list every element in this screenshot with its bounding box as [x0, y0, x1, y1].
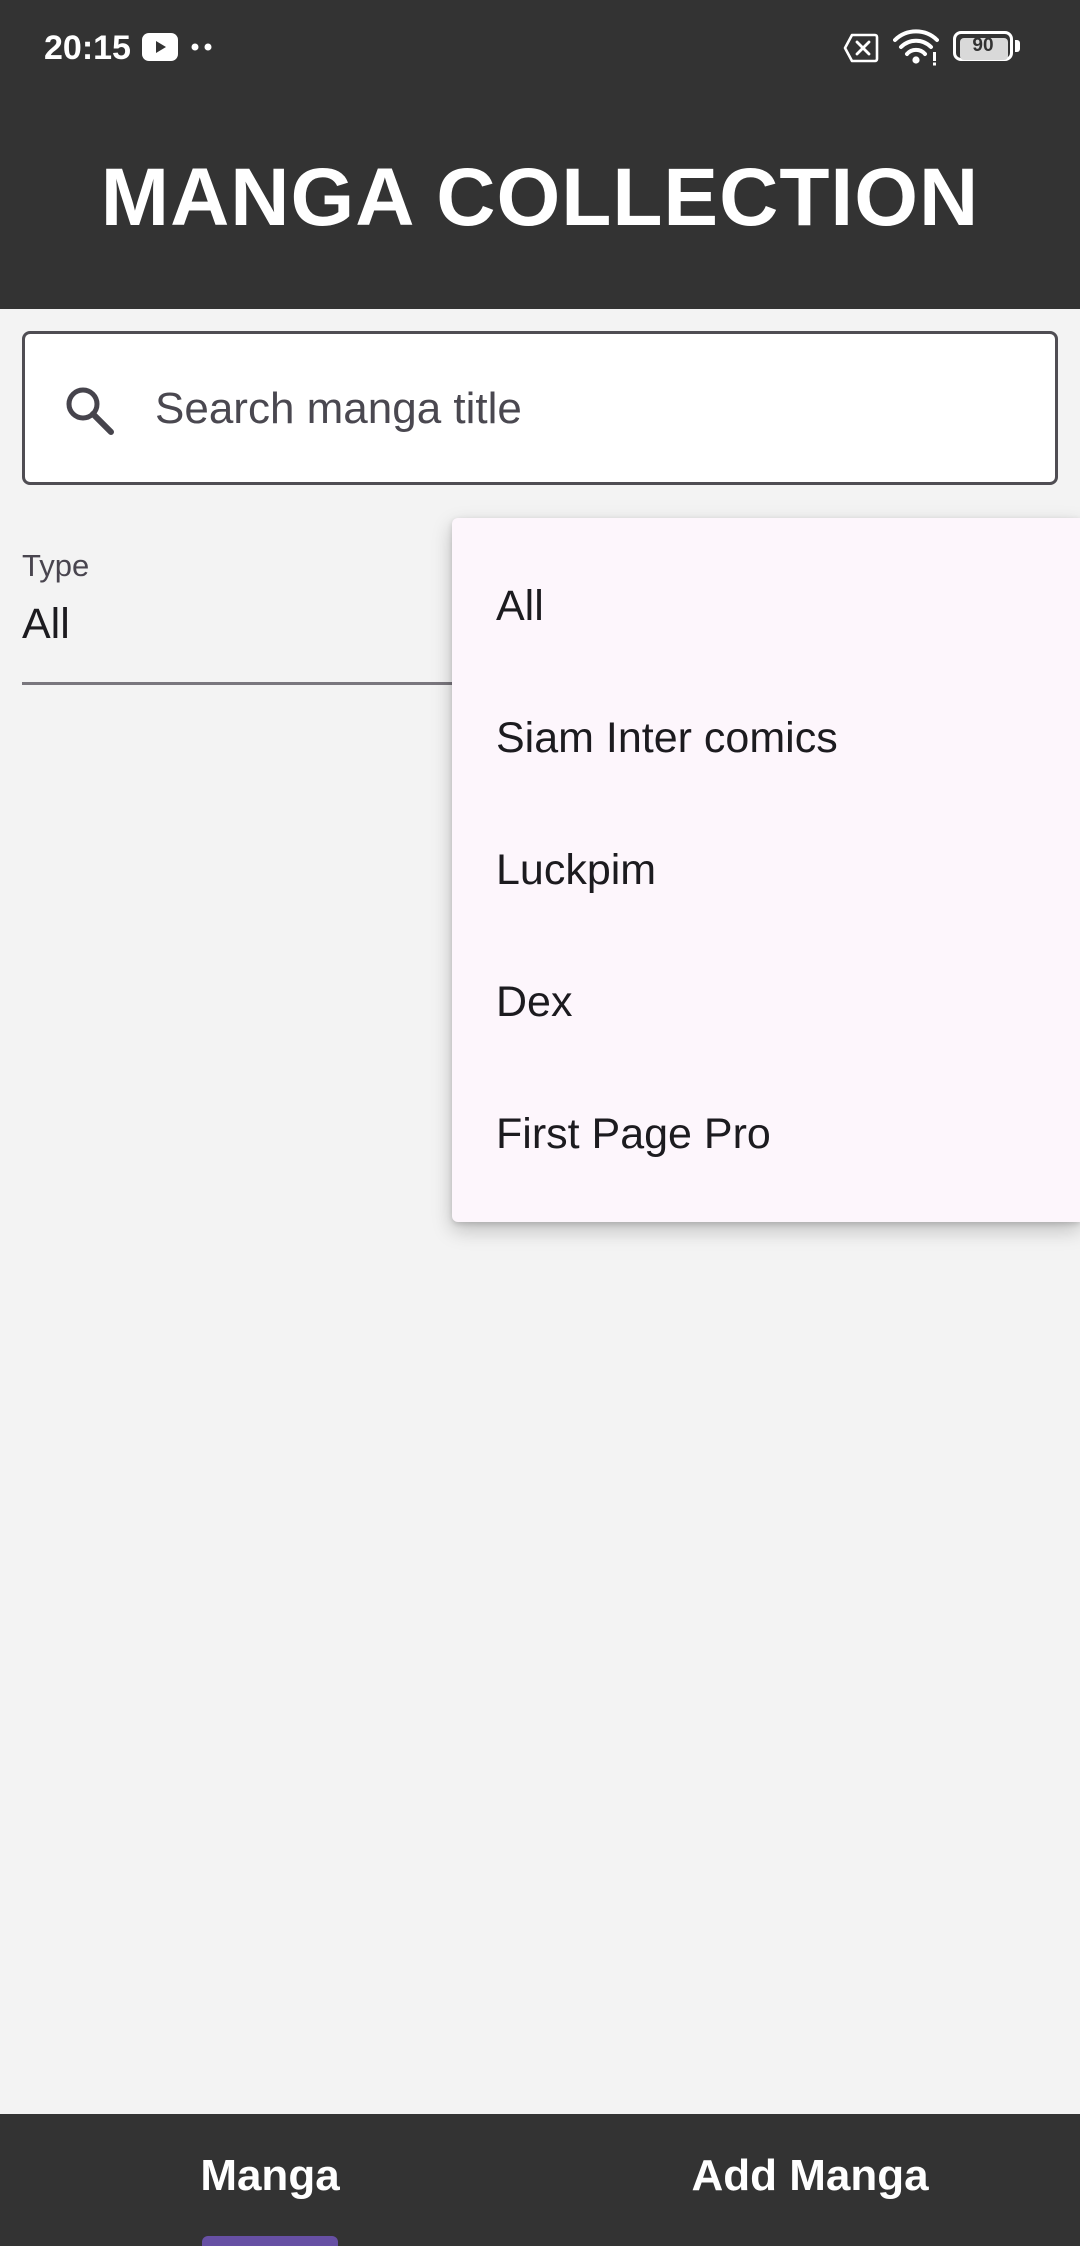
type-label: Type [22, 548, 90, 583]
top-app-bar: 20:15 90 MANGA COLLECTION [0, 0, 1080, 309]
app-title: MANGA COLLECTION [100, 152, 980, 243]
search-input[interactable] [155, 370, 1015, 448]
bottom-tab-bar: Manga Add Manga [0, 2114, 1080, 2246]
youtube-icon [142, 33, 178, 61]
tab-indicator [202, 2236, 338, 2246]
menu-item-all[interactable]: All [452, 540, 1080, 672]
battery-icon: 90 [953, 31, 1023, 63]
more-dots-icon [191, 43, 212, 51]
status-bar: 20:15 90 [0, 0, 1080, 96]
menu-item-luckpim[interactable]: Luckpim [452, 804, 1080, 936]
tab-add-manga[interactable]: Add Manga [540, 2114, 1080, 2246]
menu-item-siam-inter-comics[interactable]: Siam Inter comics [452, 672, 1080, 804]
status-time: 20:15 [44, 29, 131, 67]
tab-manga[interactable]: Manga [0, 2114, 540, 2246]
menu-item-dex[interactable]: Dex [452, 936, 1080, 1068]
battery-level: 90 [972, 35, 994, 56]
wifi-icon [893, 29, 939, 66]
type-selected-value: All [22, 600, 70, 648]
no-sim-icon [843, 33, 879, 63]
menu-item-first-page-pro[interactable]: First Page Pro [452, 1068, 1080, 1200]
type-dropdown-menu: All Siam Inter comics Luckpim Dex First … [452, 518, 1080, 1222]
search-icon [66, 387, 114, 435]
search-field[interactable] [22, 331, 1058, 485]
